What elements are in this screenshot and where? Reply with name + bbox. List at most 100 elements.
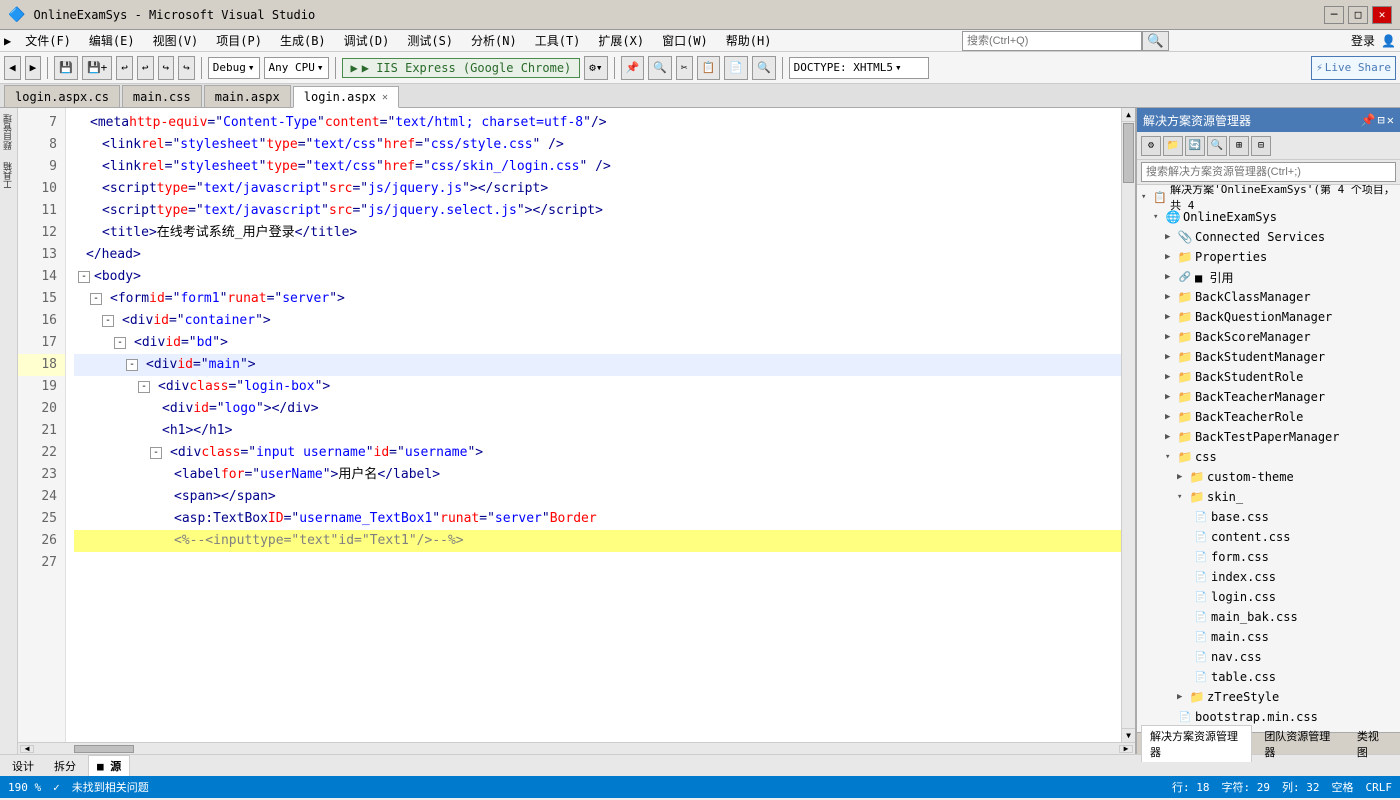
tree-base-css[interactable]: 📄 base.css: [1137, 507, 1400, 527]
tab-login-cs[interactable]: login.aspx.cs: [4, 85, 120, 107]
tree-back-student-role[interactable]: ▶ 📁 BackStudentRole: [1137, 367, 1400, 387]
tab-source[interactable]: ■ 源: [88, 755, 130, 776]
scroll-up-button[interactable]: ▲: [1122, 108, 1135, 122]
rp-btn-6[interactable]: ⊟: [1251, 136, 1271, 156]
tree-skin-folder[interactable]: ▾ 📁 skin_: [1137, 487, 1400, 507]
tree-custom-theme[interactable]: ▶ 📁 custom-theme: [1137, 467, 1400, 487]
tree-table-css[interactable]: 📄 table.css: [1137, 667, 1400, 687]
menu-tools[interactable]: 工具(T): [527, 30, 589, 51]
collapse-14[interactable]: -: [78, 271, 90, 283]
collapse-15[interactable]: -: [90, 293, 102, 305]
menu-extensions[interactable]: 扩展(X): [590, 30, 652, 51]
pin-button[interactable]: 📌: [621, 56, 645, 80]
save-all-button[interactable]: 💾+: [82, 56, 112, 80]
tree-back-test-paper[interactable]: ▶ 📁 BackTestPaperManager: [1137, 427, 1400, 447]
tree-main-bak-css[interactable]: 📄 main_bak.css: [1137, 607, 1400, 627]
menu-help[interactable]: 帮助(H): [718, 30, 780, 51]
forward-button[interactable]: ▶: [25, 56, 42, 80]
redo2-button[interactable]: ↪: [178, 56, 195, 80]
back-button[interactable]: ◀: [4, 56, 21, 80]
global-search[interactable]: [962, 31, 1142, 51]
menu-view[interactable]: 视图(V): [145, 30, 207, 51]
login-text[interactable]: 登录: [1351, 32, 1375, 49]
copy-button[interactable]: 📋: [697, 56, 721, 80]
collapse-17[interactable]: -: [114, 337, 126, 349]
scroll-track[interactable]: [1122, 122, 1135, 728]
maximize-button[interactable]: □: [1348, 6, 1368, 24]
scroll-down-button[interactable]: ▼: [1122, 728, 1135, 742]
menu-file[interactable]: 文件(F): [17, 30, 79, 51]
collapse-16[interactable]: -: [102, 315, 114, 327]
menu-build[interactable]: 生成(B): [272, 30, 334, 51]
run-settings-button[interactable]: ⚙▾: [584, 56, 607, 80]
tab-split[interactable]: 拆分: [46, 756, 84, 776]
tab-main-aspx[interactable]: main.aspx: [204, 85, 291, 107]
tree-connected-services[interactable]: ▶ 📎 Connected Services: [1137, 227, 1400, 247]
save-button[interactable]: 💾: [54, 56, 78, 80]
tree-login-css[interactable]: 📄 login.css: [1137, 587, 1400, 607]
tree-css-folder[interactable]: ▾ 📁 css: [1137, 447, 1400, 467]
solution-search[interactable]: [1141, 162, 1396, 182]
tree-ztree-style[interactable]: ▶ 📁 zTreeStyle: [1137, 687, 1400, 707]
scroll-h-thumb[interactable]: [74, 745, 134, 753]
scrollbar-vertical[interactable]: ▲ ▼: [1121, 108, 1135, 742]
left-gutter-item-2[interactable]: 工具箱: [0, 156, 17, 195]
tree-bootstrap-css[interactable]: 📄 bootstrap.min.css: [1137, 707, 1400, 727]
minimize-button[interactable]: ─: [1324, 6, 1344, 24]
tree-nav-css[interactable]: 📄 nav.css: [1137, 647, 1400, 667]
left-gutter-item-1[interactable]: 题目管理: [0, 108, 17, 156]
collapse-18[interactable]: -: [126, 359, 138, 371]
live-share-button[interactable]: ⚡ Live Share: [1311, 56, 1396, 80]
tab-login-aspx-close[interactable]: ✕: [382, 92, 388, 103]
cpu-dropdown[interactable]: Any CPU ▾: [264, 57, 329, 79]
tree-back-student[interactable]: ▶ 📁 BackStudentManager: [1137, 347, 1400, 367]
run-button[interactable]: ▶ ▶ IIS Express (Google Chrome): [342, 58, 581, 78]
tab-main-css[interactable]: main.css: [122, 85, 202, 107]
tree-form-css[interactable]: 📄 form.css: [1137, 547, 1400, 567]
rp-btn-4[interactable]: 🔍: [1207, 136, 1227, 156]
rp-btn-2[interactable]: 📁: [1163, 136, 1183, 156]
panel-expand-button[interactable]: ⊟: [1378, 113, 1385, 127]
view-button[interactable]: 🔍: [648, 56, 672, 80]
scroll-left-button[interactable]: ◀: [20, 745, 34, 753]
scroll-thumb[interactable]: [1123, 123, 1134, 183]
collapse-19[interactable]: -: [138, 381, 150, 393]
undo2-button[interactable]: ↩: [137, 56, 154, 80]
rp-btn-3[interactable]: 🔄: [1185, 136, 1205, 156]
tree-index-css[interactable]: 📄 index.css: [1137, 567, 1400, 587]
code-content[interactable]: <meta http-equiv="Content-Type" content=…: [66, 108, 1121, 742]
rp-btn-1[interactable]: ⚙: [1141, 136, 1161, 156]
tab-login-aspx[interactable]: login.aspx ✕: [293, 86, 399, 108]
tree-back-score[interactable]: ▶ 📁 BackScoreManager: [1137, 327, 1400, 347]
solution-root[interactable]: ▾ 📋 解决方案'OnlineExamSys'(第 4 个项目，共 4: [1137, 187, 1400, 207]
panel-pin-button[interactable]: 📌: [1361, 113, 1376, 127]
menu-test[interactable]: 测试(S): [399, 30, 461, 51]
redo-button[interactable]: ↪: [158, 56, 175, 80]
tree-references[interactable]: ▶ 🔗 ■ 引用: [1137, 267, 1400, 287]
menu-edit[interactable]: 编辑(E): [81, 30, 143, 51]
tree-back-question[interactable]: ▶ 📁 BackQuestionManager: [1137, 307, 1400, 327]
tree-back-teacher[interactable]: ▶ 📁 BackTeacherManager: [1137, 387, 1400, 407]
tree-properties[interactable]: ▶ 📁 Properties: [1137, 247, 1400, 267]
panel-close-button[interactable]: ✕: [1387, 113, 1394, 127]
code-editor[interactable]: 7 8 9 10 11 12 13 14 15 16 17 18 19 20 2…: [18, 108, 1135, 754]
tree-content-css[interactable]: 📄 content.css: [1137, 527, 1400, 547]
tab-class-view[interactable]: 类视图: [1349, 726, 1396, 762]
paste-button[interactable]: 📄: [724, 56, 748, 80]
cut-button[interactable]: ✂: [676, 56, 693, 80]
doctype-dropdown[interactable]: DOCTYPE: XHTML5 ▾: [789, 57, 929, 79]
tab-solution-explorer[interactable]: 解决方案资源管理器: [1141, 725, 1252, 762]
tab-design[interactable]: 设计: [4, 756, 42, 776]
tree-main-css[interactable]: 📄 main.css: [1137, 627, 1400, 647]
tree-back-teacher-role[interactable]: ▶ 📁 BackTeacherRole: [1137, 407, 1400, 427]
debug-mode-dropdown[interactable]: Debug ▾: [208, 57, 260, 79]
scrollbar-horizontal[interactable]: ◀ ▶: [18, 742, 1135, 754]
menu-project[interactable]: 项目(P): [208, 30, 270, 51]
menu-debug[interactable]: 调试(D): [336, 30, 398, 51]
menu-analyze[interactable]: 分析(N): [463, 30, 525, 51]
tab-team-explorer[interactable]: 团队资源管理器: [1256, 726, 1345, 762]
scroll-right-button[interactable]: ▶: [1119, 745, 1133, 753]
panel-controls[interactable]: 📌 ⊟ ✕: [1361, 113, 1394, 127]
menu-window[interactable]: 窗口(W): [654, 30, 716, 51]
find-button[interactable]: 🔍: [752, 56, 776, 80]
